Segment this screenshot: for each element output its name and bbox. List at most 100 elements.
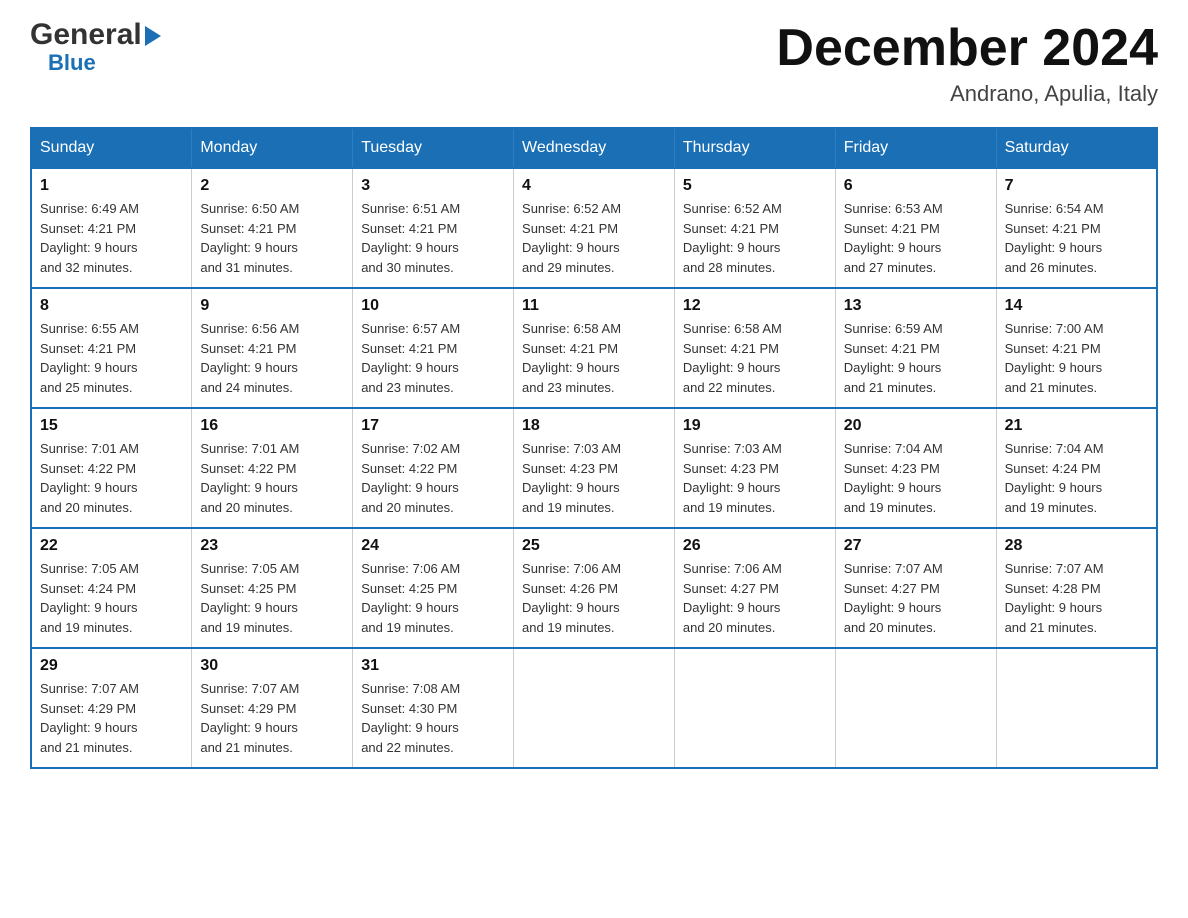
calendar-cell: 25 Sunrise: 7:06 AM Sunset: 4:26 PM Dayli…	[514, 528, 675, 648]
day-number: 18	[522, 417, 666, 435]
calendar-cell	[835, 648, 996, 768]
day-info: Sunrise: 6:55 AM Sunset: 4:21 PM Dayligh…	[40, 319, 183, 397]
day-number: 24	[361, 537, 505, 555]
calendar-cell: 28Sunrise: 7:07 AM Sunset: 4:28 PM Dayli…	[996, 528, 1157, 648]
calendar-cell: 19Sunrise: 7:03 AM Sunset: 4:23 PM Dayli…	[674, 408, 835, 528]
day-info: Sunrise: 6:56 AM Sunset: 4:21 PM Dayligh…	[200, 319, 344, 397]
day-info: Sunrise: 7:02 AM Sunset: 4:22 PM Dayligh…	[361, 439, 505, 517]
day-info: Sunrise: 6:51 AM Sunset: 4:21 PM Dayligh…	[361, 199, 505, 277]
calendar-cell: 1 Sunrise: 6:49 AM Sunset: 4:21 PM Daylig…	[31, 168, 192, 288]
day-info: Sunrise: 7:01 AM Sunset: 4:22 PM Dayligh…	[200, 439, 344, 517]
calendar-cell: 15 Sunrise: 7:01 AM Sunset: 4:22 PM Dayli…	[31, 408, 192, 528]
logo-triangle-icon: ▶	[145, 26, 161, 46]
calendar-cell	[674, 648, 835, 768]
day-number: 10	[361, 297, 505, 315]
day-info: Sunrise: 6:53 AM Sunset: 4:21 PM Dayligh…	[844, 199, 988, 277]
day-number: 27	[844, 537, 988, 555]
day-info: Sunrise: 7:04 AM Sunset: 4:23 PM Dayligh…	[844, 439, 988, 517]
calendar-cell: 12Sunrise: 6:58 AM Sunset: 4:21 PM Dayli…	[674, 288, 835, 408]
day-info: Sunrise: 7:01 AM Sunset: 4:22 PM Dayligh…	[40, 439, 183, 517]
day-number: 7	[1005, 177, 1148, 195]
weekday-header-sunday: Sunday	[31, 128, 192, 168]
day-info: Sunrise: 7:04 AM Sunset: 4:24 PM Dayligh…	[1005, 439, 1148, 517]
day-info: Sunrise: 6:57 AM Sunset: 4:21 PM Dayligh…	[361, 319, 505, 397]
calendar-header: SundayMondayTuesdayWednesdayThursdayFrid…	[31, 128, 1157, 168]
day-number: 16	[200, 417, 344, 435]
day-number: 8	[40, 297, 183, 315]
logo: General▶ Blue	[30, 20, 161, 76]
weekday-header-monday: Monday	[192, 128, 353, 168]
calendar-cell: 16 Sunrise: 7:01 AM Sunset: 4:22 PM Dayli…	[192, 408, 353, 528]
day-number: 4	[522, 177, 666, 195]
day-info: Sunrise: 6:52 AM Sunset: 4:21 PM Dayligh…	[522, 199, 666, 277]
calendar-table: SundayMondayTuesdayWednesdayThursdayFrid…	[30, 127, 1158, 769]
day-number: 23	[200, 537, 344, 555]
day-info: Sunrise: 7:07 AM Sunset: 4:29 PM Dayligh…	[40, 679, 183, 757]
calendar-cell: 8 Sunrise: 6:55 AM Sunset: 4:21 PM Daylig…	[31, 288, 192, 408]
day-info: Sunrise: 7:06 AM Sunset: 4:26 PM Dayligh…	[522, 559, 666, 637]
day-info: Sunrise: 7:08 AM Sunset: 4:30 PM Dayligh…	[361, 679, 505, 757]
calendar-cell: 9 Sunrise: 6:56 AM Sunset: 4:21 PM Daylig…	[192, 288, 353, 408]
day-number: 30	[200, 657, 344, 675]
day-number: 5	[683, 177, 827, 195]
calendar-cell: 27Sunrise: 7:07 AM Sunset: 4:27 PM Dayli…	[835, 528, 996, 648]
calendar-cell: 31 Sunrise: 7:08 AM Sunset: 4:30 PM Dayli…	[353, 648, 514, 768]
day-number: 20	[844, 417, 988, 435]
day-info: Sunrise: 6:49 AM Sunset: 4:21 PM Dayligh…	[40, 199, 183, 277]
weekday-header-row: SundayMondayTuesdayWednesdayThursdayFrid…	[31, 128, 1157, 168]
day-number: 14	[1005, 297, 1148, 315]
calendar-cell: 17 Sunrise: 7:02 AM Sunset: 4:22 PM Dayli…	[353, 408, 514, 528]
day-info: Sunrise: 7:07 AM Sunset: 4:28 PM Dayligh…	[1005, 559, 1148, 637]
day-info: Sunrise: 7:05 AM Sunset: 4:24 PM Dayligh…	[40, 559, 183, 637]
day-number: 6	[844, 177, 988, 195]
day-info: Sunrise: 7:07 AM Sunset: 4:29 PM Dayligh…	[200, 679, 344, 757]
calendar-week-row: 22 Sunrise: 7:05 AM Sunset: 4:24 PM Dayli…	[31, 528, 1157, 648]
calendar-cell: 4 Sunrise: 6:52 AM Sunset: 4:21 PM Daylig…	[514, 168, 675, 288]
day-info: Sunrise: 7:05 AM Sunset: 4:25 PM Dayligh…	[200, 559, 344, 637]
day-number: 9	[200, 297, 344, 315]
day-number: 31	[361, 657, 505, 675]
calendar-cell: 26Sunrise: 7:06 AM Sunset: 4:27 PM Dayli…	[674, 528, 835, 648]
day-info: Sunrise: 7:06 AM Sunset: 4:25 PM Dayligh…	[361, 559, 505, 637]
calendar-cell: 22 Sunrise: 7:05 AM Sunset: 4:24 PM Dayli…	[31, 528, 192, 648]
day-number: 25	[522, 537, 666, 555]
calendar-cell: 14Sunrise: 7:00 AM Sunset: 4:21 PM Dayli…	[996, 288, 1157, 408]
calendar-cell	[514, 648, 675, 768]
calendar-cell: 5 Sunrise: 6:52 AM Sunset: 4:21 PM Daylig…	[674, 168, 835, 288]
calendar-week-row: 29 Sunrise: 7:07 AM Sunset: 4:29 PM Dayli…	[31, 648, 1157, 768]
calendar-cell: 18 Sunrise: 7:03 AM Sunset: 4:23 PM Dayli…	[514, 408, 675, 528]
calendar-cell: 7 Sunrise: 6:54 AM Sunset: 4:21 PM Daylig…	[996, 168, 1157, 288]
day-number: 1	[40, 177, 183, 195]
location: Andrano, Apulia, Italy	[776, 81, 1158, 107]
calendar-cell: 29 Sunrise: 7:07 AM Sunset: 4:29 PM Dayli…	[31, 648, 192, 768]
calendar-cell: 6 Sunrise: 6:53 AM Sunset: 4:21 PM Daylig…	[835, 168, 996, 288]
day-number: 12	[683, 297, 827, 315]
calendar-cell: 23 Sunrise: 7:05 AM Sunset: 4:25 PM Dayli…	[192, 528, 353, 648]
day-number: 3	[361, 177, 505, 195]
day-number: 26	[683, 537, 827, 555]
calendar-cell: 3 Sunrise: 6:51 AM Sunset: 4:21 PM Daylig…	[353, 168, 514, 288]
day-number: 29	[40, 657, 183, 675]
day-info: Sunrise: 6:58 AM Sunset: 4:21 PM Dayligh…	[522, 319, 666, 397]
weekday-header-thursday: Thursday	[674, 128, 835, 168]
calendar-cell: 30 Sunrise: 7:07 AM Sunset: 4:29 PM Dayli…	[192, 648, 353, 768]
day-info: Sunrise: 7:03 AM Sunset: 4:23 PM Dayligh…	[683, 439, 827, 517]
calendar-cell	[996, 648, 1157, 768]
day-number: 11	[522, 297, 666, 315]
calendar-week-row: 1 Sunrise: 6:49 AM Sunset: 4:21 PM Daylig…	[31, 168, 1157, 288]
calendar-week-row: 15 Sunrise: 7:01 AM Sunset: 4:22 PM Dayli…	[31, 408, 1157, 528]
calendar-cell: 20 Sunrise: 7:04 AM Sunset: 4:23 PM Dayli…	[835, 408, 996, 528]
day-number: 17	[361, 417, 505, 435]
calendar-body: 1 Sunrise: 6:49 AM Sunset: 4:21 PM Daylig…	[31, 168, 1157, 768]
day-info: Sunrise: 6:54 AM Sunset: 4:21 PM Dayligh…	[1005, 199, 1148, 277]
day-number: 22	[40, 537, 183, 555]
day-info: Sunrise: 6:52 AM Sunset: 4:21 PM Dayligh…	[683, 199, 827, 277]
weekday-header-saturday: Saturday	[996, 128, 1157, 168]
page-header: General▶ Blue December 2024 Andrano, Apu…	[30, 20, 1158, 107]
calendar-cell: 10 Sunrise: 6:57 AM Sunset: 4:21 PM Dayli…	[353, 288, 514, 408]
weekday-header-friday: Friday	[835, 128, 996, 168]
day-number: 15	[40, 417, 183, 435]
day-info: Sunrise: 7:03 AM Sunset: 4:23 PM Dayligh…	[522, 439, 666, 517]
weekday-header-tuesday: Tuesday	[353, 128, 514, 168]
calendar-cell: 13Sunrise: 6:59 AM Sunset: 4:21 PM Dayli…	[835, 288, 996, 408]
